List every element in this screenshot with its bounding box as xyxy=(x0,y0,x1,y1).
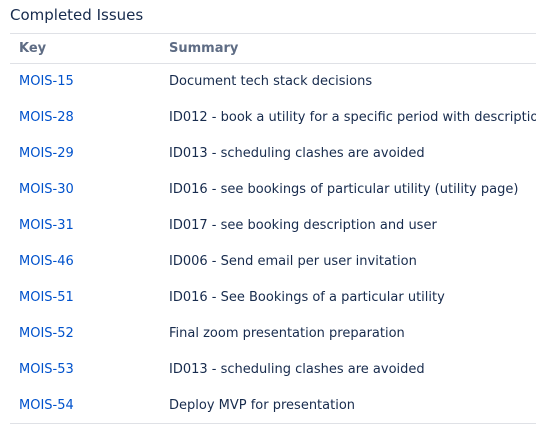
table-row: MOIS-51 ID016 - See Bookings of a partic… xyxy=(10,280,536,316)
issue-summary-cell: ID016 - See Bookings of a particular uti… xyxy=(160,280,536,316)
issue-summary-cell: ID006 - Send email per user invitation xyxy=(160,244,536,280)
column-header-key[interactable]: Key xyxy=(10,34,160,64)
issue-summary: ID006 - Send email per user invitation xyxy=(169,254,417,269)
table-row: MOIS-46 ID006 - Send email per user invi… xyxy=(10,244,536,280)
table-row: MOIS-52 Final zoom presentation preparat… xyxy=(10,316,536,352)
issue-summary: ID016 - see bookings of particular utili… xyxy=(169,182,519,197)
issue-key-cell: MOIS-29 xyxy=(10,136,160,172)
issue-key-link[interactable]: MOIS-15 xyxy=(19,74,74,89)
issue-summary-cell: Document tech stack decisions xyxy=(160,64,536,100)
table-row: MOIS-54 Deploy MVP for presentation xyxy=(10,388,536,424)
table-row: MOIS-30 ID016 - see bookings of particul… xyxy=(10,172,536,208)
issue-key-cell: MOIS-54 xyxy=(10,388,160,424)
table-header-row: Key Summary xyxy=(10,33,536,64)
section-title: Completed Issues xyxy=(10,6,144,24)
issue-key-link[interactable]: MOIS-52 xyxy=(19,326,74,341)
issue-key-link[interactable]: MOIS-46 xyxy=(19,254,74,269)
issue-summary-cell: ID017 - see booking description and user xyxy=(160,208,536,244)
issue-summary-cell: Final zoom presentation preparation xyxy=(160,316,536,352)
issue-key-link[interactable]: MOIS-51 xyxy=(19,290,74,305)
table-row: MOIS-53 ID013 - scheduling clashes are a… xyxy=(10,352,536,388)
table-row: MOIS-28 ID012 - book a utility for a spe… xyxy=(10,100,536,136)
issue-summary: ID017 - see booking description and user xyxy=(169,218,437,233)
issue-summary: Document tech stack decisions xyxy=(169,74,373,90)
completed-issues-table: Key Summary MOIS-15 Document tech stack … xyxy=(10,33,536,424)
issue-summary: ID012 - book a utility for a specific pe… xyxy=(169,110,536,125)
table-row: MOIS-31 ID017 - see booking description … xyxy=(10,208,536,244)
issue-summary: ID013 - scheduling clashes are avoided xyxy=(169,362,425,377)
issue-key-cell: MOIS-51 xyxy=(10,280,160,316)
issue-key-link[interactable]: MOIS-30 xyxy=(19,182,74,197)
issue-summary: Deploy MVP for presentation xyxy=(169,397,356,413)
issue-key-cell: MOIS-52 xyxy=(10,316,160,352)
issue-key-link[interactable]: MOIS-31 xyxy=(19,218,74,233)
issue-key-link[interactable]: MOIS-53 xyxy=(19,362,74,377)
issue-summary-cell: ID013 - scheduling clashes are avoided xyxy=(160,136,536,172)
issue-key-cell: MOIS-15 xyxy=(10,64,160,100)
issue-key-link[interactable]: MOIS-54 xyxy=(19,398,74,413)
issue-key-cell: MOIS-46 xyxy=(10,244,160,280)
issue-summary-cell: ID012 - book a utility for a specific pe… xyxy=(160,100,536,136)
issue-summary: ID016 - See Bookings of a particular uti… xyxy=(169,290,445,305)
issue-key-cell: MOIS-53 xyxy=(10,352,160,388)
issue-summary-cell: ID016 - see bookings of particular utili… xyxy=(160,172,536,208)
table-row: MOIS-29 ID013 - scheduling clashes are a… xyxy=(10,136,536,172)
issue-summary: ID013 - scheduling clashes are avoided xyxy=(169,146,425,161)
column-header-summary[interactable]: Summary xyxy=(160,34,536,64)
issue-key-cell: MOIS-28 xyxy=(10,100,160,136)
issue-key-cell: MOIS-31 xyxy=(10,208,160,244)
issue-summary: Final zoom presentation preparation xyxy=(169,326,405,341)
issue-key-link[interactable]: MOIS-28 xyxy=(19,110,74,125)
issue-key-cell: MOIS-30 xyxy=(10,172,160,208)
issue-summary-cell: ID013 - scheduling clashes are avoided xyxy=(160,352,536,388)
completed-issues-section: Completed Issues Key Summary MOIS-15 Doc… xyxy=(0,0,536,424)
issue-summary-cell: Deploy MVP for presentation xyxy=(160,388,536,424)
table-row: MOIS-15 Document tech stack decisions xyxy=(10,64,536,100)
issue-key-link[interactable]: MOIS-29 xyxy=(19,146,74,161)
